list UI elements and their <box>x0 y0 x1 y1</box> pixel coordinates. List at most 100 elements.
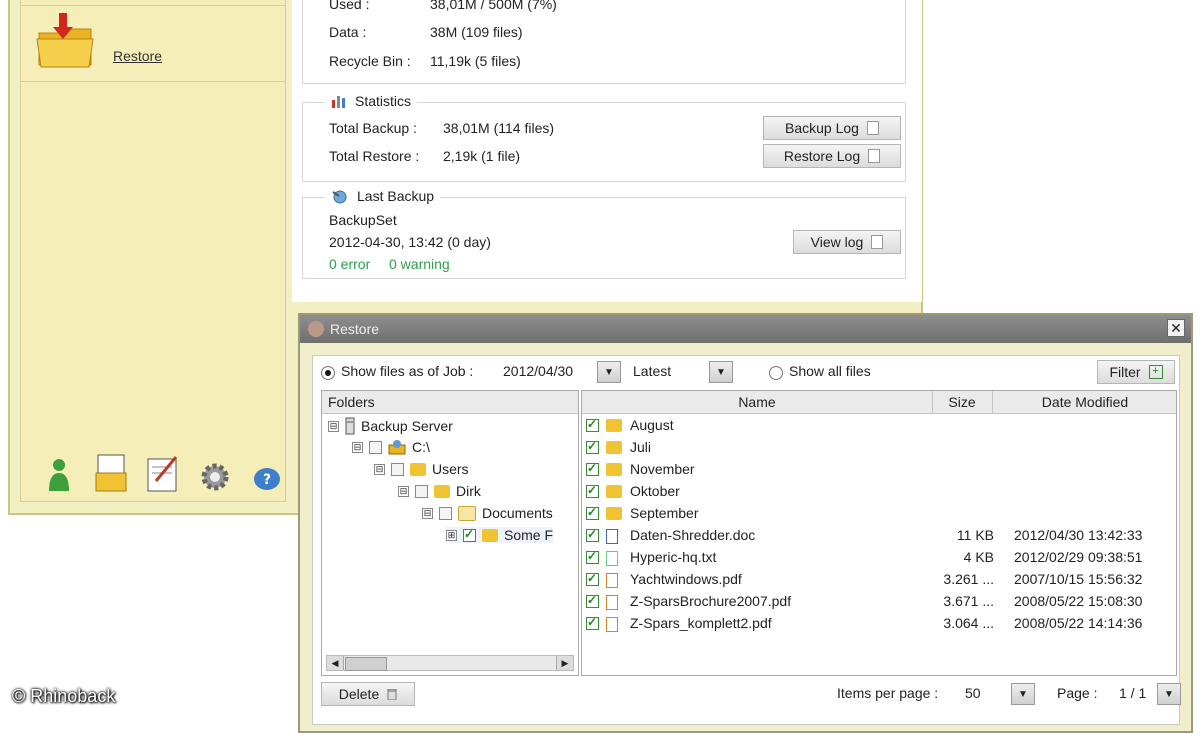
file-row[interactable]: Oktober <box>582 481 1176 503</box>
app-icon <box>308 321 324 337</box>
collapse-toggle[interactable]: ⊟ <box>328 420 339 432</box>
items-per-page-value[interactable]: 50 <box>965 685 981 701</box>
file-checkbox[interactable] <box>586 439 599 454</box>
items-per-page-dropdown-arrow[interactable]: ▼ <box>1011 683 1035 705</box>
file-size: 11 KB <box>956 527 994 543</box>
view-log-button[interactable]: View log <box>793 230 901 254</box>
server-icon <box>345 417 355 435</box>
date-column-header[interactable]: Date Modified <box>992 391 1176 413</box>
file-checkbox[interactable] <box>586 461 599 476</box>
page-label: Page : <box>1057 685 1098 701</box>
file-checkbox[interactable] <box>586 527 599 542</box>
job-date-dropdown-arrow[interactable]: ▼ <box>597 361 621 383</box>
pdf-file-icon <box>606 595 618 613</box>
tree-node-dirk[interactable]: ⊟ Dirk <box>398 483 481 499</box>
settings-gear-icon[interactable] <box>197 453 233 493</box>
file-size: 3.064 ... <box>943 615 994 631</box>
folders-pane: Folders ⊟ Backup Server ⊟ C:\ ⊟ Users ⊟ <box>321 390 579 676</box>
dialog-title: Restore <box>330 321 380 337</box>
job-version-dropdown-arrow[interactable]: ▼ <box>709 361 733 383</box>
restore-link[interactable]: Restore <box>113 48 162 64</box>
tree-node-c-drive[interactable]: ⊟ C:\ <box>352 439 430 455</box>
some-folder-checkbox[interactable] <box>463 527 476 542</box>
collapse-toggle[interactable]: ⊟ <box>374 463 385 475</box>
last-backup-panel: Last Backup BackupSet 2012-04-30, 13:42 … <box>302 188 906 279</box>
name-column-header[interactable]: Name <box>582 391 933 413</box>
page-dropdown-arrow[interactable]: ▼ <box>1157 683 1181 705</box>
expand-toggle[interactable]: ⊞ <box>446 529 457 541</box>
documents-checkbox[interactable] <box>439 506 452 520</box>
dirk-checkbox[interactable] <box>415 484 428 498</box>
file-checkbox[interactable] <box>586 593 599 608</box>
sidebar: Restore ? <box>20 0 286 502</box>
file-row[interactable]: Hyperic-hq.txt 4 KB 2012/02/29 09:38:51 <box>582 547 1176 569</box>
total-restore-label: Total Restore : <box>329 148 420 164</box>
delete-button[interactable]: Delete <box>321 682 415 706</box>
job-version-select[interactable]: Latest <box>633 363 671 379</box>
trash-icon <box>387 689 398 700</box>
file-row[interactable]: Z-Spars_komplett2.pdf 3.064 ... 2008/05/22… <box>582 613 1176 635</box>
show-as-of-job-label: Show files as of Job : <box>341 363 474 379</box>
file-checkbox[interactable] <box>586 417 599 432</box>
tree-node-backup-server[interactable]: ⊟ Backup Server <box>328 417 453 435</box>
user-icon[interactable] <box>41 453 77 493</box>
file-row[interactable]: August <box>582 415 1176 437</box>
job-date-select[interactable]: 2012/04/30 <box>503 363 573 379</box>
copyright-watermark: © Rhinoback <box>12 686 116 706</box>
file-checkbox[interactable] <box>586 505 599 520</box>
file-name: Juli <box>630 439 652 455</box>
scroll-thumb[interactable] <box>345 657 387 671</box>
svg-text:?: ? <box>263 472 271 488</box>
show-all-files-radio[interactable] <box>769 366 783 380</box>
backup-log-button[interactable]: Backup Log <box>763 116 901 140</box>
sidebar-item-restore[interactable]: Restore <box>21 5 285 82</box>
collapse-toggle[interactable]: ⊟ <box>352 441 363 453</box>
statistics-title: Statistics <box>325 93 418 109</box>
c-drive-checkbox[interactable] <box>369 440 382 454</box>
file-row[interactable]: November <box>582 459 1176 481</box>
tree-node-users[interactable]: ⊟ Users <box>374 461 469 477</box>
filter-button[interactable]: Filter + <box>1097 360 1175 384</box>
file-row[interactable]: Z-SparsBrochure2007.pdf 3.671 ... 2008/05/… <box>582 591 1176 613</box>
scroll-left-arrow[interactable]: ◀ <box>327 656 344 670</box>
file-name: Z-Spars_komplett2.pdf <box>630 615 772 631</box>
collapse-toggle[interactable]: ⊟ <box>398 485 409 497</box>
page-value[interactable]: 1 / 1 <box>1119 685 1146 701</box>
backup-sets-icon[interactable] <box>93 453 129 493</box>
folder-icon <box>606 485 622 501</box>
restore-log-button[interactable]: Restore Log <box>763 144 901 168</box>
folders-horizontal-scrollbar[interactable]: ◀ ▶ <box>326 655 574 671</box>
close-button[interactable]: ✕ <box>1167 319 1185 337</box>
tree-node-documents[interactable]: ⊟ Documents <box>422 505 553 521</box>
file-checkbox[interactable] <box>586 549 599 564</box>
file-name: Oktober <box>630 483 680 499</box>
file-name: Hyperic-hq.txt <box>630 549 717 565</box>
document-folder-icon <box>458 505 476 521</box>
file-name: September <box>630 505 699 521</box>
report-icon[interactable] <box>145 453 181 493</box>
text-file-icon <box>606 551 618 569</box>
tree-node-some-folder[interactable]: ⊞ Some F <box>446 527 554 543</box>
size-column-header[interactable]: Size <box>932 391 993 413</box>
file-row[interactable]: Daten-Shredder.doc 11 KB 2012/04/30 13:42:… <box>582 525 1176 547</box>
file-row[interactable]: Juli <box>582 437 1176 459</box>
file-checkbox[interactable] <box>586 615 599 630</box>
document-icon <box>868 149 881 163</box>
file-name: August <box>630 417 674 433</box>
file-checkbox[interactable] <box>586 483 599 498</box>
help-icon[interactable]: ? <box>249 453 285 493</box>
file-row[interactable]: Yachtwindows.pdf 3.261 ... 2007/10/15 15:5… <box>582 569 1176 591</box>
users-checkbox[interactable] <box>391 462 404 476</box>
folder-icon <box>606 463 622 479</box>
file-date-modified: 2008/05/22 14:14:36 <box>1014 615 1143 631</box>
file-checkbox[interactable] <box>586 571 599 586</box>
collapse-toggle[interactable]: ⊟ <box>422 507 433 519</box>
show-as-of-job-radio[interactable] <box>321 366 335 380</box>
files-pane: Name Size Date Modified August Juli Novemb… <box>581 390 1177 676</box>
folder-icon <box>606 419 622 435</box>
file-date-modified: 2012/04/30 13:42:33 <box>1014 527 1143 543</box>
dialog-titlebar[interactable]: Restore ✕ <box>300 315 1191 343</box>
restore-dialog: Restore ✕ Show files as of Job : 2012/04… <box>298 313 1193 733</box>
scroll-right-arrow[interactable]: ▶ <box>556 656 573 670</box>
file-row[interactable]: September <box>582 503 1176 525</box>
